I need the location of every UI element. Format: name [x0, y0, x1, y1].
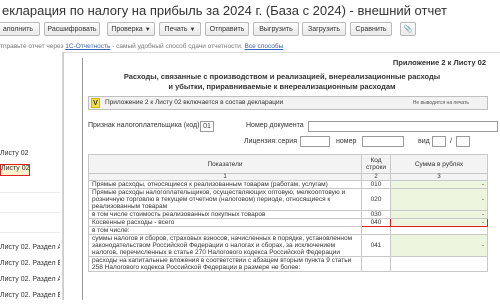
- row-code: 030: [361, 210, 391, 219]
- title-bar: екларация по налогу на прибыль за 2024 г…: [0, 0, 500, 22]
- license-label: Лицензия:: [244, 138, 278, 145]
- export-button[interactable]: Выгрузить: [253, 22, 299, 36]
- type-field-1[interactable]: [432, 136, 446, 147]
- section-item[interactable]: Листу 02. Раздел Б: [0, 292, 60, 304]
- section-divider: [0, 232, 60, 233]
- row-label: Косвенные расходы - всего: [88, 218, 362, 227]
- table-row: Косвенные расходы - всего 040 -: [88, 218, 488, 227]
- type-label: вид: [418, 138, 430, 145]
- section-item[interactable]: Листу 02. Раздел Б: [0, 260, 60, 272]
- table-header-row: Показатели Код строки Сумма в рублях: [88, 154, 488, 174]
- number-label: номер: [336, 138, 357, 145]
- compare-button[interactable]: Сравнить: [350, 22, 392, 36]
- no-print-note: Не выводится на печать: [412, 100, 469, 106]
- section-divider: [0, 192, 60, 193]
- sections-panel: Листу 02 Листу 02 Листу 02. Раздел А Лис…: [0, 52, 63, 300]
- series-field[interactable]: [300, 136, 330, 147]
- taxpayer-code-label: Признак налогоплательщика (код): [88, 122, 200, 129]
- table-row: в том числе:: [88, 226, 488, 235]
- row-code: [361, 226, 391, 235]
- section-item-selected[interactable]: Листу 02: [0, 164, 30, 176]
- row-label: Прямые расходы, относящиеся к реализован…: [88, 180, 362, 189]
- import-button-label: Загрузить: [308, 26, 340, 33]
- fill-button[interactable]: аполнить: [0, 22, 40, 36]
- slash-label: /: [450, 138, 452, 145]
- attachment-button[interactable]: 📎: [400, 22, 416, 36]
- column-number: 2: [361, 173, 391, 181]
- export-button-label: Выгрузить: [259, 26, 293, 33]
- row-label: суммы налогов и сборов, страховых взносо…: [88, 234, 362, 257]
- row-code-highlighted: 040: [361, 218, 391, 227]
- header-line-code: Код строки: [361, 154, 391, 174]
- report-form: Приложение 2 к Листу 02 Расходы, связанн…: [82, 58, 500, 300]
- check-menu-button[interactable]: Проверка ▼: [107, 22, 155, 36]
- column-number: 1: [88, 173, 362, 181]
- row-label: в том числе стоимость реализованных поку…: [88, 210, 362, 219]
- panel-splitter[interactable]: [63, 52, 64, 300]
- doc-number-label: Номер документа: [246, 122, 304, 129]
- table-row: расходы на капитальные вложения в соотве…: [88, 256, 488, 272]
- separator: [0, 52, 500, 53]
- row-sum-field[interactable]: -: [390, 180, 488, 189]
- table-row: Прямые расходы, относящиеся к реализован…: [88, 180, 488, 189]
- decode-button[interactable]: Расшифровать: [44, 22, 100, 36]
- paperclip-icon: 📎: [403, 26, 413, 33]
- table-row: в том числе стоимость реализованных поку…: [88, 210, 488, 219]
- header-sum: Сумма в рублях: [390, 154, 488, 174]
- compare-button-label: Сравнить: [355, 26, 387, 33]
- form-heading-line1: Расходы, связанные с производством и реа…: [123, 72, 441, 81]
- row-sum-field-highlighted[interactable]: -: [390, 218, 488, 227]
- row-sum-field[interactable]: -: [390, 188, 488, 211]
- row-sum-empty: [390, 256, 488, 272]
- include-text: Приложение 2 к Листу 02 включается в сос…: [105, 99, 284, 106]
- row-code: 020: [361, 188, 391, 211]
- form-border: [82, 58, 83, 300]
- import-button[interactable]: Загрузить: [302, 22, 346, 36]
- taxpayer-code-field[interactable]: 01: [200, 121, 214, 132]
- send-button[interactable]: Отправить: [205, 22, 249, 36]
- chevron-down-icon: ▼: [189, 27, 196, 33]
- row-label: в том числе:: [88, 226, 362, 235]
- chevron-down-icon: ▼: [144, 27, 151, 33]
- form-heading-line2: и убытки, приравниваемые к внереализацио…: [168, 82, 396, 91]
- info-middle: - самый удобный способ сдачи отчетности.: [110, 43, 245, 50]
- series-label: серия: [278, 138, 297, 145]
- decode-button-label: Расшифровать: [47, 26, 97, 33]
- section-divider: [0, 212, 60, 213]
- toolbar: аполнить Расшифровать Проверка ▼ Печать ▼ …: [0, 22, 500, 38]
- number-field[interactable]: [362, 136, 404, 147]
- column-number-row: 1 2 3: [88, 173, 488, 181]
- table-row: суммы налогов и сборов, страховых взносо…: [88, 234, 488, 257]
- reporting-service-link[interactable]: 1С-Отчетность: [65, 43, 110, 50]
- table-row: Прямые расходы налогоплательщиков, осуще…: [88, 188, 488, 211]
- window-title: екларация по налогу на прибыль за 2024 г…: [2, 3, 447, 18]
- column-number: 3: [390, 173, 488, 181]
- row-label: расходы на капитальные вложения в соотве…: [88, 256, 362, 272]
- print-menu-button[interactable]: Печать ▼: [159, 22, 201, 36]
- type-field-2[interactable]: [456, 136, 470, 147]
- row-code: [361, 256, 391, 272]
- row-sum-field[interactable]: -: [390, 210, 488, 219]
- section-item[interactable]: Листу 02. Раздел А: [0, 244, 60, 256]
- appendix-label: Приложение 2 к Листу 02: [392, 58, 486, 67]
- section-item[interactable]: Листу 02. Раздел А: [0, 276, 60, 288]
- print-menu-label: Печать: [164, 26, 188, 33]
- row-sum-field[interactable]: -: [390, 234, 488, 257]
- section-item[interactable]: Листу 02: [0, 150, 60, 162]
- send-button-label: Отправить: [209, 26, 245, 33]
- row-sum-empty: [390, 226, 488, 235]
- row-label: Прямые расходы налогоплательщиков, осуще…: [88, 188, 362, 211]
- row-code: 041: [361, 234, 391, 257]
- expenses-table: Показатели Код строки Сумма в рублях 1 2…: [88, 154, 488, 272]
- fill-button-label: аполнить: [2, 26, 34, 33]
- header-indicators: Показатели: [88, 154, 362, 174]
- check-menu-label: Проверка: [111, 26, 143, 33]
- row-code: 010: [361, 180, 391, 189]
- info-prefix: тправьте отчет через: [0, 43, 66, 50]
- include-banner: V Приложение 2 к Листу 02 включается в с…: [88, 96, 488, 110]
- include-checkbox[interactable]: V: [91, 98, 100, 108]
- info-line: тправьте отчет через 1С-Отчетность - сам…: [0, 43, 283, 50]
- all-methods-link[interactable]: Все способы: [245, 43, 284, 50]
- doc-number-field[interactable]: [308, 121, 498, 132]
